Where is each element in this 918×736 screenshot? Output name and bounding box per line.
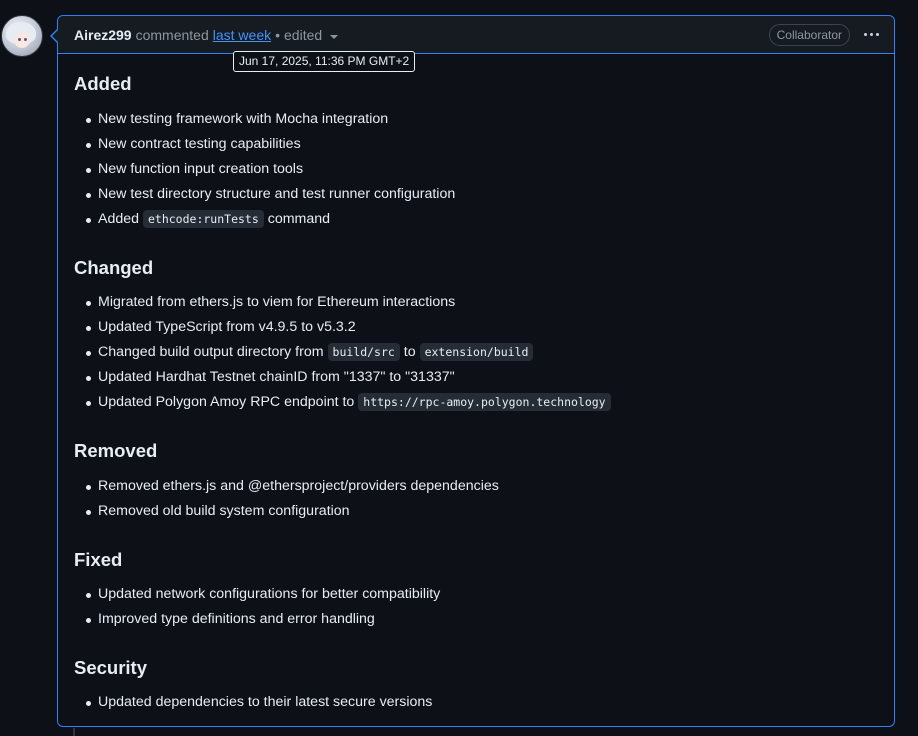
role-badge: Collaborator bbox=[768, 23, 850, 46]
list-fixed: Updated network configurations for bette… bbox=[74, 582, 440, 632]
avatar-eye bbox=[24, 38, 27, 41]
author-link[interactable]: Airez299 bbox=[74, 27, 132, 43]
list-item: Updated Polygon Amoy RPC endpoint to htt… bbox=[74, 390, 611, 415]
item-text: command bbox=[267, 211, 331, 227]
comment-header: Airez299 commented last week • edited Co… bbox=[58, 16, 894, 54]
kebab-dot bbox=[875, 33, 879, 36]
item-text: Changed build output directory from bbox=[98, 344, 324, 360]
list-item: Removed old build system configuration bbox=[74, 499, 499, 524]
section-heading-security: Security bbox=[74, 657, 148, 678]
avatar-eye bbox=[18, 38, 21, 41]
section-heading-added: Added bbox=[74, 73, 132, 94]
list-item: Updated network configurations for bette… bbox=[74, 582, 440, 607]
list-item: New testing framework with Mocha integra… bbox=[74, 107, 455, 132]
timestamp-tooltip: Jun 17, 2025, 11:36 PM GMT+2 bbox=[233, 51, 416, 72]
inline-code: build/src bbox=[327, 343, 400, 361]
comment-card: Airez299 commented last week • edited Co… bbox=[50, 15, 895, 727]
list-item: Changed build output directory from buil… bbox=[74, 340, 611, 365]
list-item: Improved type definitions and error hand… bbox=[74, 607, 440, 632]
inline-code: ethcode:runTests bbox=[142, 210, 264, 228]
list-item: Updated Hardhat Testnet chainID from "13… bbox=[74, 365, 611, 390]
list-removed: Removed ethers.js and @ethersproject/pro… bbox=[74, 474, 499, 524]
author-avatar[interactable] bbox=[1, 15, 43, 57]
separator: • bbox=[275, 26, 281, 43]
list-item: New test directory structure and test ru… bbox=[74, 182, 455, 207]
more-options-button[interactable] bbox=[860, 25, 882, 45]
list-item: Updated TypeScript from v4.9.5 to v5.3.2 bbox=[74, 315, 611, 340]
item-text: to bbox=[403, 344, 416, 360]
kebab-dot bbox=[863, 33, 867, 36]
edited-label: edited bbox=[284, 26, 323, 43]
item-text: Updated Polygon Amoy RPC endpoint to bbox=[98, 394, 355, 410]
section-heading-changed: Changed bbox=[74, 257, 154, 278]
timeline-line bbox=[73, 728, 75, 736]
list-item: Updated dependencies to their latest sec… bbox=[74, 690, 432, 715]
item-text: Added bbox=[98, 211, 140, 227]
list-item: Migrated from ethers.js to viem for Ethe… bbox=[74, 290, 611, 315]
kebab-dot bbox=[869, 33, 873, 36]
timestamp-link[interactable]: last week bbox=[213, 27, 271, 43]
section-heading-fixed: Fixed bbox=[74, 549, 123, 570]
list-changed: Migrated from ethers.js to viem for Ethe… bbox=[74, 290, 611, 415]
list-item: Added ethcode:runTests command bbox=[74, 207, 455, 232]
chevron-down-icon bbox=[330, 34, 339, 39]
header-actions: Collaborator bbox=[768, 16, 882, 53]
list-item: New function input creation tools bbox=[74, 157, 455, 182]
avatar-face bbox=[14, 32, 30, 48]
list-item: New contract testing capabilities bbox=[74, 132, 455, 157]
edited-dropdown[interactable]: edited bbox=[284, 26, 339, 43]
inline-code: https://rpc-amoy.polygon.technology bbox=[358, 393, 611, 411]
inline-code: extension/build bbox=[419, 343, 534, 361]
section-heading-removed: Removed bbox=[74, 440, 158, 461]
list-item: Removed ethers.js and @ethersproject/pro… bbox=[74, 474, 499, 499]
list-added: New testing framework with Mocha integra… bbox=[74, 107, 455, 232]
list-security: Updated dependencies to their latest sec… bbox=[74, 690, 432, 715]
comment-action: commented bbox=[135, 26, 209, 43]
